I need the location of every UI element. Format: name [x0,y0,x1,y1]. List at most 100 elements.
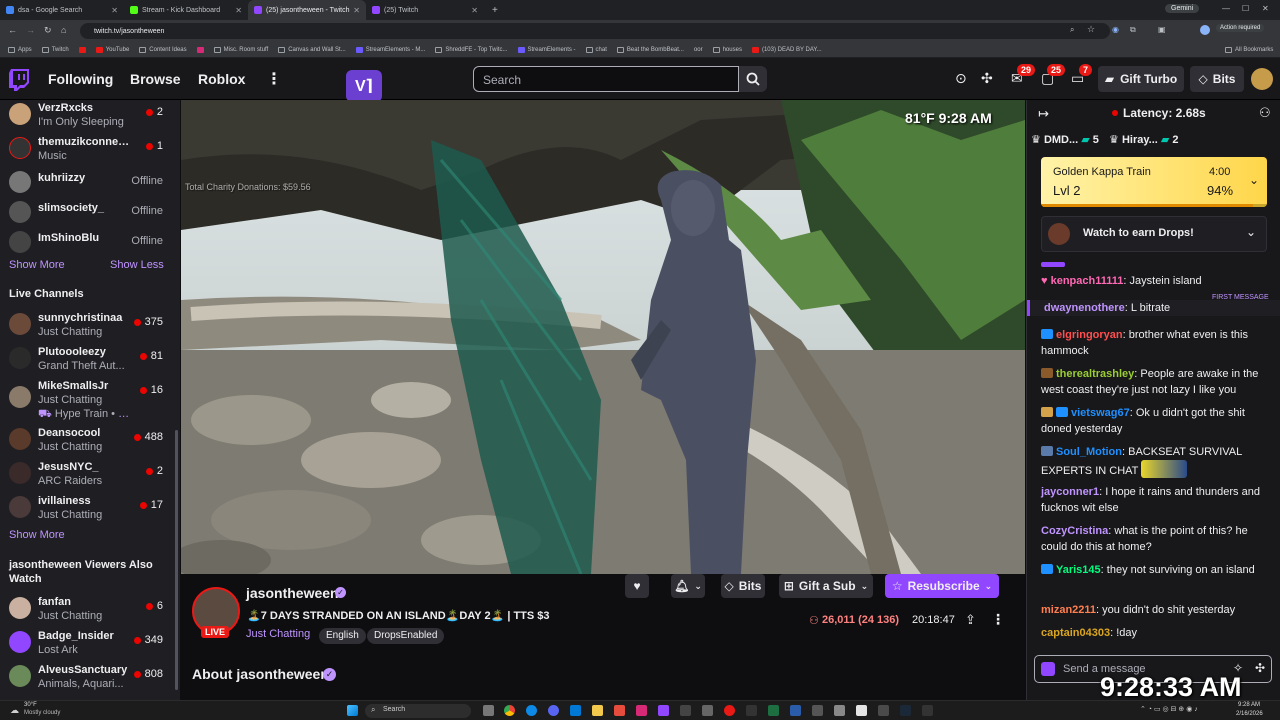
search-input[interactable]: Search [473,66,739,92]
live-channel[interactable]: Plutoooleezy Grand Theft Aut... 81 [0,344,175,374]
chat-username[interactable]: elgringoryan [1056,329,1123,341]
recommended-channel[interactable]: fanfan Just Chatting 6 [0,594,175,624]
bookmark-red[interactable] [78,46,86,53]
app-icon[interactable] [548,705,559,716]
browser-tab[interactable]: dsa - Google Search ✕ [0,0,124,20]
app-icon[interactable] [790,705,801,716]
back-icon[interactable]: ← [8,25,17,35]
maximize-icon[interactable]: ☐ [1242,4,1249,13]
followed-channel[interactable]: VerzRxcks I'm Only Sleeping 2 [0,100,175,130]
chat-username[interactable]: CozyCristina [1041,525,1108,537]
live-channel[interactable]: Deansocool Just Chatting 488 [0,425,175,455]
app-icon[interactable] [746,705,757,716]
users-icon[interactable]: ⚇ [1259,105,1271,121]
bits-icon[interactable]: ✣ [1255,661,1265,675]
bookmark-beat[interactable]: Beat the BombBeat... [616,46,684,53]
settings-icon[interactable] [812,705,823,716]
chat-username[interactable]: captain04303 [1041,627,1110,639]
nav-roblox[interactable]: Roblox [198,71,245,87]
bookmark-dbd[interactable]: (103) DEAD BY DAY... [751,46,822,53]
bookmark-chat[interactable]: chat [585,46,607,53]
browser-tab-active[interactable]: (25) jasontheween - Twitch ✕ [248,0,366,20]
app-icon[interactable] [856,705,867,716]
app-icon[interactable] [680,705,691,716]
taskbar-date[interactable]: 2/16/2026 [1236,711,1263,717]
close-window-icon[interactable]: ✕ [1262,4,1269,13]
app-icon[interactable] [570,705,581,716]
steam-icon[interactable] [900,705,911,716]
recommended-channel[interactable]: Badge_Insider Lost Ark 349 [0,628,175,658]
tag-english[interactable]: English [319,628,366,644]
extension-logo-icon[interactable]: V⌉ [346,70,382,102]
chevron-down-icon[interactable]: ⌄ [1246,225,1256,239]
sidebar-scrollbar[interactable] [175,430,178,690]
followed-channel[interactable]: ImShinoBlu Offline [0,228,175,258]
extensions-puzzle-icon[interactable]: ⧉ [1130,25,1136,35]
zoom-icon[interactable]: ⌕ [1070,25,1074,35]
close-tab-icon[interactable]: ✕ [471,6,478,15]
followed-channel[interactable]: kuhriizzy Offline [0,168,175,198]
app-icon[interactable] [724,705,735,716]
chat-username[interactable]: Yaris145 [1056,564,1101,576]
bookmark-houses[interactable]: houses [712,46,742,53]
forward-icon[interactable]: → [26,25,35,35]
crown-icon[interactable]: ⊙ [955,70,967,87]
bookmark-instagram[interactable] [196,46,204,53]
show-more-followed[interactable]: Show More [9,259,65,271]
drops-banner[interactable]: Watch to earn Drops! ⌄ [1041,216,1267,252]
more-options-icon[interactable]: ⋮ [266,69,282,89]
search-button[interactable] [739,66,767,92]
close-tab-icon[interactable]: ✕ [111,6,118,15]
app-icon[interactable] [922,705,933,716]
chat-username[interactable]: kenpach11111 [1051,275,1124,287]
twitch-logo-icon[interactable] [9,69,29,91]
app-icon[interactable] [614,705,625,716]
resubscribe-button[interactable]: ☆ Resubscribe ⌄ [885,574,999,598]
chat-username[interactable]: mizan2211 [1041,604,1096,616]
app-icon[interactable] [878,705,889,716]
bookmark-canvas[interactable]: Canvas and Wall St... [278,46,346,53]
gift-turbo-button[interactable]: ▰ Gift Turbo [1098,66,1184,92]
show-less-followed[interactable]: Show Less [110,259,164,271]
get-bits-button[interactable]: ◇ Bits [1190,66,1244,92]
bookmark-streamelements-2[interactable]: StreamElements - [517,46,576,53]
browser-tab[interactable]: Stream - Kick Dashboard ✕ [124,0,248,20]
browser-tab[interactable]: (25) Twitch ✕ [366,0,484,20]
bookmark-shredfe[interactable]: ShreddFE - Top Twitc... [435,46,508,53]
reload-icon[interactable]: ↻ [44,25,52,36]
windows-start-icon[interactable] [347,705,358,716]
app-icon[interactable] [834,705,845,716]
channel-name[interactable]: jasontheween [246,585,339,601]
nav-browse[interactable]: Browse [130,71,181,87]
hype-train-banner[interactable]: Golden Kappa Train Lvl 2 4:00 94% ⌄ [1041,157,1267,207]
action-required-chip[interactable]: Action required [1216,24,1265,32]
live-channel[interactable]: ivillainess Just Chatting 17 [0,493,175,523]
chat-username[interactable]: Soul_Motion [1056,446,1122,458]
gift-sub-button[interactable]: ⊞ Gift a Sub ⌄ [779,574,873,598]
show-more-live[interactable]: Show More [9,529,65,541]
nav-following[interactable]: Following [48,71,113,87]
leaderboard-entry[interactable]: ♛ Hiray... ▰ 2 [1109,133,1179,146]
user-avatar[interactable] [1251,68,1273,90]
chat-username[interactable]: therealtrashley [1056,368,1134,380]
follow-heart-button[interactable]: ♥ [625,574,649,598]
followed-channel[interactable]: slimsociety_ Offline [0,198,175,228]
live-channel[interactable]: sunnychristinaa Just Chatting 375 [0,310,175,340]
video-player[interactable]: 81°F 9:28 AM Total Charity Donations: $5… [181,100,1025,574]
live-channel[interactable]: JesusNYC_ ARC Raiders 2 [0,459,175,489]
chat-username[interactable]: dwaynenothere [1044,302,1125,314]
bookmark-twitch[interactable]: Twitch [41,46,69,53]
bookmark-streamelements[interactable]: StreamElements - M... [355,46,425,53]
taskbar-search[interactable]: ⌕ Search [365,704,471,718]
bookmark-misc[interactable]: Misc. Room stuff [213,46,268,53]
system-tray-icons[interactable]: ⌃ ◔ ▭ ◎ ⊟ ⊕ ◉ ♪ [1140,705,1198,713]
more-options-icon[interactable]: ⋮ [991,611,1005,628]
followed-channel[interactable]: themuzikconnex... Music 1 [0,134,175,164]
bits-shop-icon[interactable]: ✣ [981,70,993,87]
close-tab-icon[interactable]: ✕ [235,6,242,15]
chat-username[interactable]: vietswag67 [1071,407,1130,419]
home-icon[interactable]: ⌂ [61,25,66,35]
star-icon[interactable]: ☆ [1087,24,1095,35]
all-bookmarks[interactable]: All Bookmarks [1225,46,1273,53]
url-input[interactable]: twitch.tv/jasontheween [80,23,1110,39]
